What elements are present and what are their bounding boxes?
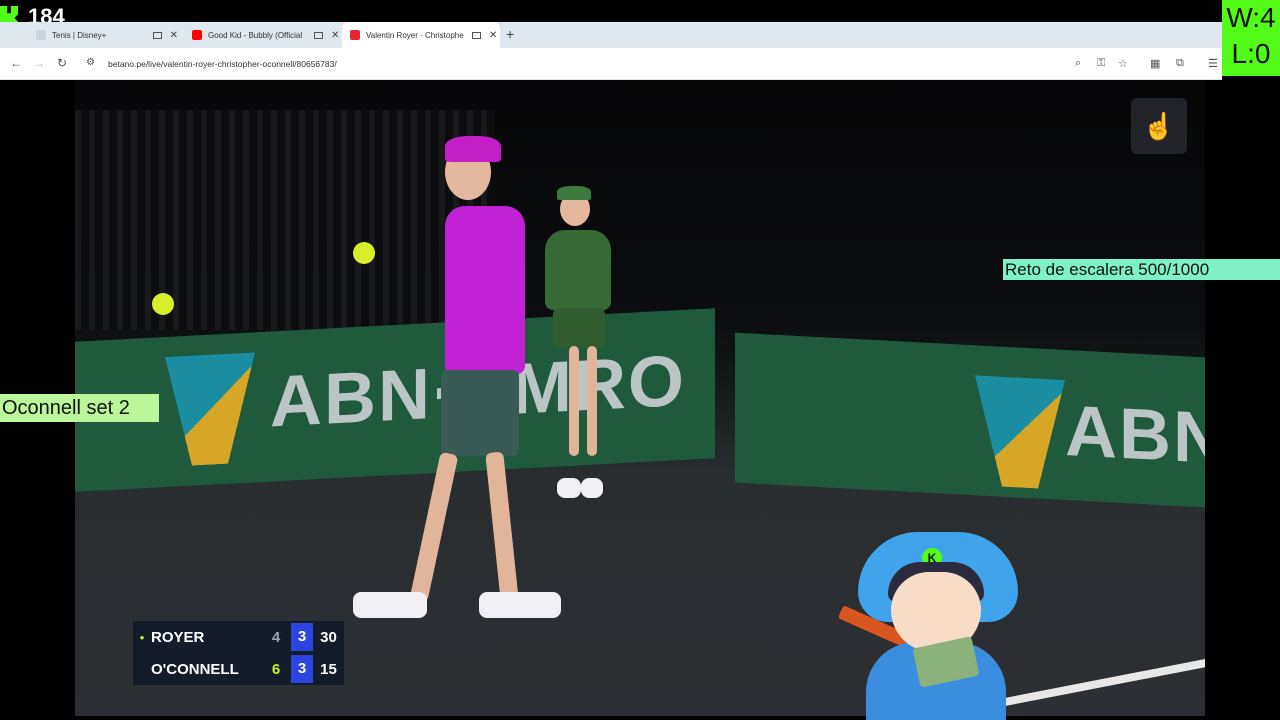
serve-indicator-icon: ● [139, 632, 145, 642]
bookmark-star-icon[interactable]: ☆ [1118, 57, 1128, 70]
url-field[interactable]: ⚙ betano.pe/live/valentin-royer-christop… [80, 53, 1070, 75]
tab-title: Good Kid - Bubbly (Official [208, 30, 303, 40]
set1-score: 6 [271, 660, 281, 678]
sponsor-board-left: ABN·AMRO [75, 308, 715, 492]
challenge-label: Reto de escalera 500/1000 [1003, 259, 1280, 280]
scoreboard: ● ROYER 4 3 30 O'CONNELL 6 3 15 [133, 621, 344, 685]
sponsor-board-right: ABN [735, 332, 1205, 508]
set2-score: 3 [291, 655, 313, 683]
forward-icon[interactable]: → [33, 56, 45, 70]
score-row-royer: ● ROYER 4 3 30 [133, 621, 344, 653]
tennis-ball [353, 242, 375, 264]
touch-gesture-button[interactable]: ☝ [1131, 98, 1187, 154]
youtube-favicon-icon [192, 30, 202, 40]
abn-logo-icon [975, 375, 1065, 490]
tab-disney[interactable]: Tenis | Disney+ ✕ [28, 22, 178, 48]
site-info-icon[interactable]: ⚙ [86, 57, 100, 71]
tennis-ball [152, 293, 174, 315]
losses-label: L:0 [1231, 38, 1271, 69]
streamer-avatar: K [836, 532, 1036, 720]
close-tab-icon[interactable]: ✕ [489, 30, 497, 41]
player-name: O'CONNELL [151, 660, 239, 678]
browser-tab-bar: Tenis | Disney+ ✕ Good Kid - Bubbly (Off… [0, 22, 1222, 48]
media-icon [472, 31, 481, 39]
tab-betano[interactable]: Valentin Royer - Christophe ✕ [342, 22, 500, 48]
close-tab-icon[interactable]: ✕ [170, 30, 178, 41]
zoom-icon[interactable]: ⌕ [1075, 57, 1081, 70]
abn-logo-icon [165, 352, 255, 467]
new-tab-button[interactable]: + [506, 26, 514, 42]
screen: 184 Tenis | Disney+ ✕ Good Kid - Bubbly … [0, 0, 1280, 720]
back-icon[interactable]: ← [10, 56, 22, 70]
tab-youtube[interactable]: Good Kid - Bubbly (Official ✕ [184, 22, 340, 48]
score-row-oconnell: O'CONNELL 6 3 15 [133, 653, 344, 685]
game-points: 30 [320, 628, 337, 646]
key-icon[interactable]: ⚿ [1097, 57, 1105, 70]
tab-title: Valentin Royer - Christophe [366, 30, 464, 40]
extension-icon[interactable]: ▦ [1150, 57, 1160, 70]
set2-score: 3 [291, 623, 313, 651]
reload-icon[interactable]: ↻ [57, 56, 67, 70]
disney-favicon-icon [36, 30, 46, 40]
media-icon [314, 31, 323, 39]
game-points: 15 [320, 660, 337, 678]
win-loss-counter: W:4 L:0 [1222, 0, 1280, 76]
menu-icon[interactable]: ☰ [1208, 57, 1218, 70]
puzzle-icon[interactable]: ⧉ [1176, 57, 1184, 70]
betano-favicon-icon [350, 30, 360, 40]
bet-label: Oconnell set 2 [0, 394, 159, 422]
close-tab-icon[interactable]: ✕ [331, 30, 339, 41]
sponsor-text: ABN [1065, 390, 1205, 480]
address-bar: ← → ↻ ⚙ betano.pe/live/valentin-royer-ch… [0, 48, 1222, 80]
url-text: betano.pe/live/valentin-royer-christophe… [108, 59, 337, 69]
stands [75, 110, 495, 330]
media-icon [152, 31, 162, 39]
tab-title: Tenis | Disney+ [52, 30, 107, 40]
wins-label: W:4 [1226, 2, 1276, 33]
set1-score: 4 [271, 628, 281, 646]
player-name: ROYER [151, 628, 205, 646]
